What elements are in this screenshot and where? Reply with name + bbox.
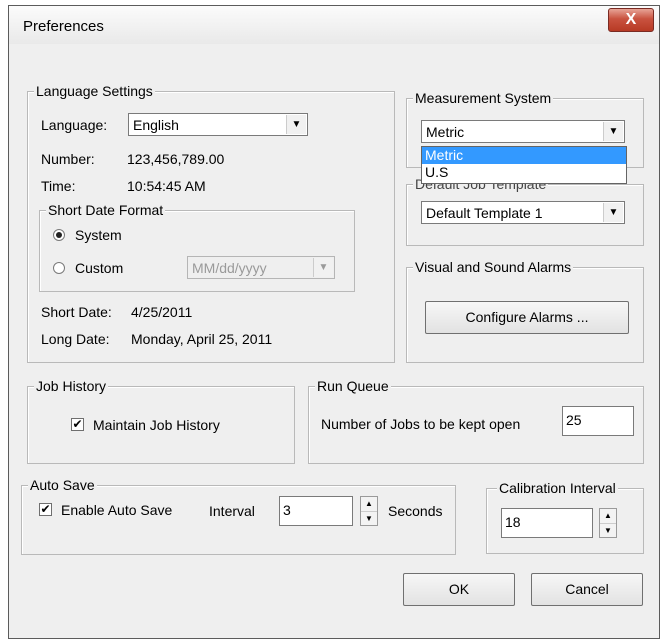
job-template-select[interactable]: Default Template 1 ▼: [421, 201, 625, 224]
chevron-down-icon: ▼: [286, 115, 306, 134]
custom-radio[interactable]: [53, 262, 65, 274]
maintain-job-history-checkbox[interactable]: ✔: [71, 418, 84, 431]
interval-label: Interval: [209, 503, 255, 519]
arrow-up-icon[interactable]: ▲: [361, 497, 377, 512]
time-value: 10:54:45 AM: [127, 178, 206, 194]
job-history-label: Job History: [34, 378, 109, 394]
calibration-spinner[interactable]: ▲ ▼: [599, 508, 617, 538]
auto-save-group: Auto Save: [21, 477, 456, 555]
interval-input[interactable]: 3: [279, 496, 353, 526]
jobs-open-value: 25: [566, 412, 582, 428]
configure-alarms-button[interactable]: Configure Alarms ...: [425, 301, 629, 334]
number-label: Number:: [41, 151, 95, 167]
language-select[interactable]: English ▼: [128, 113, 308, 136]
short-date-format-label: Short Date Format: [46, 202, 166, 218]
long-date-value: Monday, April 25, 2011: [131, 331, 273, 347]
measurement-system-label: Measurement System: [413, 90, 554, 106]
number-value: 123,456,789.00: [127, 151, 225, 167]
custom-radio-label[interactable]: Custom: [75, 260, 123, 276]
ok-button[interactable]: OK: [403, 573, 515, 606]
measurement-system-value: Metric: [426, 124, 465, 140]
window-title: Preferences: [23, 18, 104, 35]
calibration-input[interactable]: 18: [501, 508, 593, 538]
calibration-label: Calibration Interval: [497, 480, 618, 496]
run-queue-label: Run Queue: [315, 378, 391, 394]
short-date-format-group: Short Date Format: [39, 202, 355, 292]
option-us[interactable]: U.S: [422, 164, 626, 181]
long-date-label: Long Date:: [41, 331, 110, 347]
chevron-down-icon: ▼: [603, 203, 623, 222]
time-label: Time:: [41, 178, 76, 194]
custom-format-select: MM/dd/yyyy ▼: [187, 256, 335, 279]
system-radio-label[interactable]: System: [75, 227, 122, 243]
alarms-label: Visual and Sound Alarms: [413, 259, 574, 275]
title-bar[interactable]: Preferences X: [9, 6, 659, 44]
jobs-open-label: Number of Jobs to be kept open: [321, 416, 521, 432]
seconds-label: Seconds: [388, 503, 443, 519]
interval-spinner[interactable]: ▲ ▼: [360, 496, 378, 526]
short-date-label: Short Date:: [41, 304, 112, 320]
option-metric[interactable]: Metric: [422, 147, 626, 164]
jobs-open-input[interactable]: 25: [562, 406, 634, 436]
cancel-button[interactable]: Cancel: [531, 573, 643, 606]
chevron-down-icon: ▼: [313, 258, 333, 277]
calibration-value: 18: [505, 514, 521, 530]
close-button[interactable]: X: [608, 8, 654, 32]
chevron-down-icon: ▼: [603, 122, 623, 141]
auto-save-label: Auto Save: [28, 477, 97, 493]
interval-value: 3: [283, 502, 291, 518]
language-select-value: English: [133, 117, 179, 133]
measurement-system-select[interactable]: Metric ▼: [421, 120, 625, 143]
maintain-job-history-label[interactable]: Maintain Job History: [93, 417, 220, 433]
language-label: Language:: [41, 117, 108, 133]
preferences-dialog: Preferences X Language Settings Language…: [8, 5, 660, 639]
arrow-down-icon[interactable]: ▼: [600, 524, 616, 538]
enable-auto-save-label[interactable]: Enable Auto Save: [61, 502, 172, 518]
job-template-value: Default Template 1: [426, 205, 543, 221]
language-settings-label: Language Settings: [34, 83, 155, 99]
system-radio[interactable]: [53, 229, 65, 241]
enable-auto-save-checkbox[interactable]: ✔: [39, 503, 52, 516]
arrow-up-icon[interactable]: ▲: [600, 509, 616, 524]
measurement-dropdown-list[interactable]: Metric U.S: [421, 146, 627, 184]
arrow-down-icon[interactable]: ▼: [361, 512, 377, 526]
custom-format-value: MM/dd/yyyy: [192, 260, 267, 276]
short-date-value: 4/25/2011: [131, 304, 193, 320]
